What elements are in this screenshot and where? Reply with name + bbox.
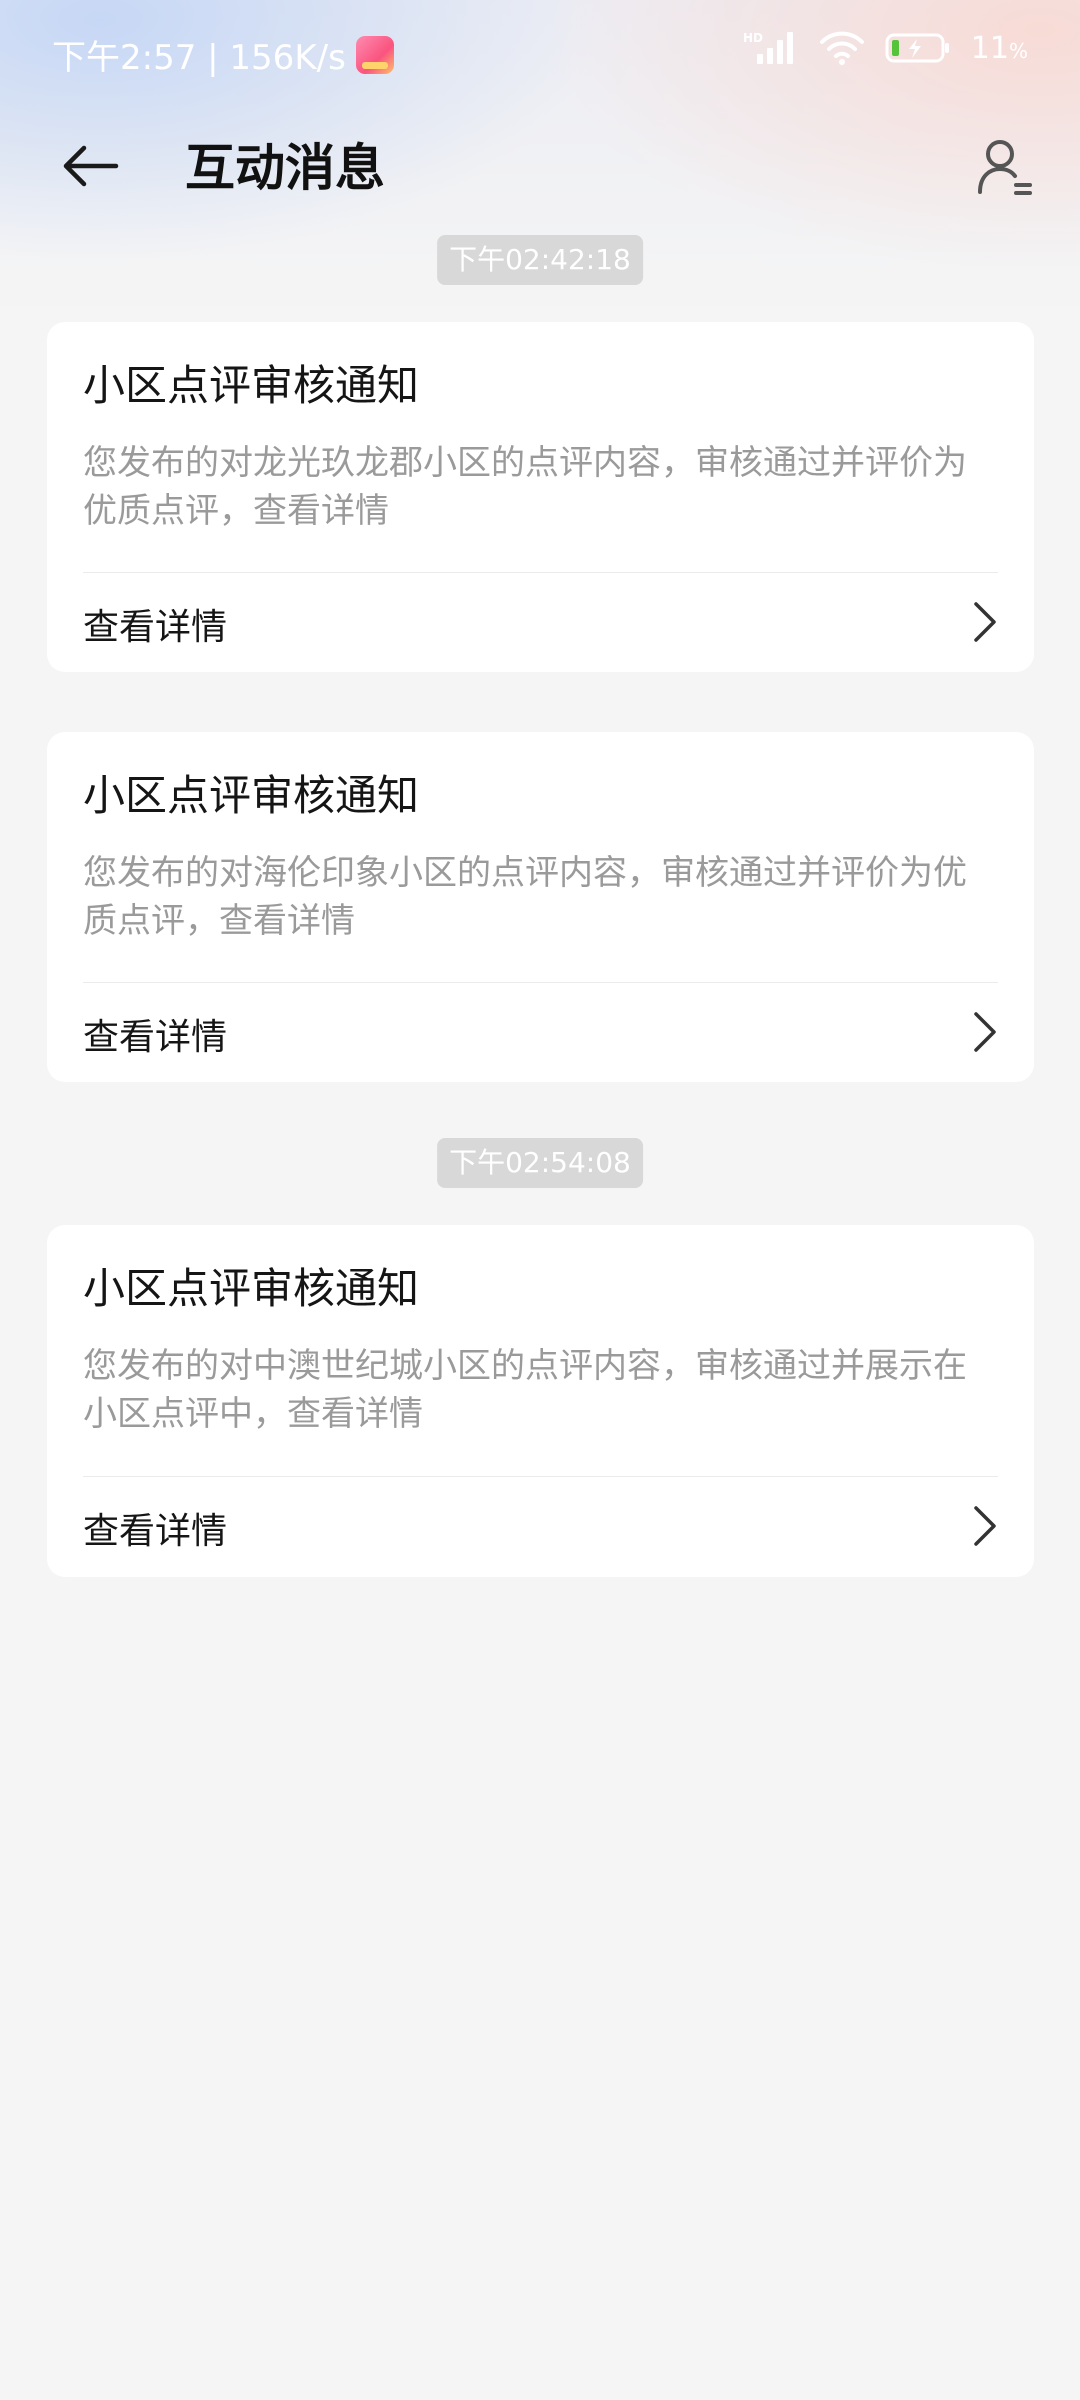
network-label: HD: [743, 31, 763, 45]
message-time-chip: 下午02:54:08: [437, 1138, 643, 1188]
status-time: 下午2:57 | 156K/s: [52, 38, 346, 78]
profile-button[interactable]: [960, 122, 1050, 212]
notification-card: 小区点评审核通知 您发布的对龙光玖龙郡小区的点评内容，审核通过并评价为优质点评，…: [47, 322, 1034, 672]
battery-level: 11%: [970, 30, 1028, 66]
status-left: 下午2:57 | 156K/s: [52, 30, 394, 79]
wifi-icon: [819, 30, 865, 66]
back-arrow-icon: [63, 145, 119, 187]
chevron-right-icon: [974, 602, 996, 642]
view-details-link[interactable]: 查看详情: [47, 982, 1034, 1082]
notification-card: 小区点评审核通知 您发布的对海伦印象小区的点评内容，审核通过并评价为优质点评，查…: [47, 732, 1034, 1082]
card-title: 小区点评审核通知: [83, 1264, 420, 1313]
header-bar: 互动消息: [0, 110, 1080, 210]
status-right: HD 11%: [743, 30, 1028, 66]
notification-card: 小区点评审核通知 您发布的对中澳世纪城小区的点评内容，审核通过并展示在小区点评中…: [47, 1225, 1034, 1577]
battery-icon: [885, 31, 951, 65]
status-bar: 下午2:57 | 156K/s HD 11%: [0, 0, 1080, 110]
card-title: 小区点评审核通知: [83, 361, 420, 410]
card-body: 您发布的对中澳世纪城小区的点评内容，审核通过并展示在小区点评中，查看详情: [83, 1346, 967, 1434]
back-button[interactable]: [50, 126, 130, 206]
view-details-label: 查看详情: [83, 1017, 228, 1058]
page-title: 互动消息: [185, 139, 385, 197]
view-details-link[interactable]: 查看详情: [47, 572, 1034, 672]
card-body: 您发布的对龙光玖龙郡小区的点评内容，审核通过并评价为优质点评，查看详情: [83, 443, 967, 531]
chevron-right-icon: [974, 1506, 996, 1546]
message-time-chip: 下午02:42:18: [437, 235, 643, 285]
card-body: 您发布的对海伦印象小区的点评内容，审核通过并评价为优质点评，查看详情: [83, 853, 967, 941]
signal-icon: HD: [743, 30, 799, 66]
chevron-right-icon: [974, 1012, 996, 1052]
view-details-label: 查看详情: [83, 1511, 228, 1552]
card-title: 小区点评审核通知: [83, 771, 420, 820]
view-details-label: 查看详情: [83, 607, 228, 648]
view-details-link[interactable]: 查看详情: [47, 1476, 1034, 1576]
bilibili-icon: [355, 35, 394, 74]
user-list-icon: [978, 140, 1032, 195]
